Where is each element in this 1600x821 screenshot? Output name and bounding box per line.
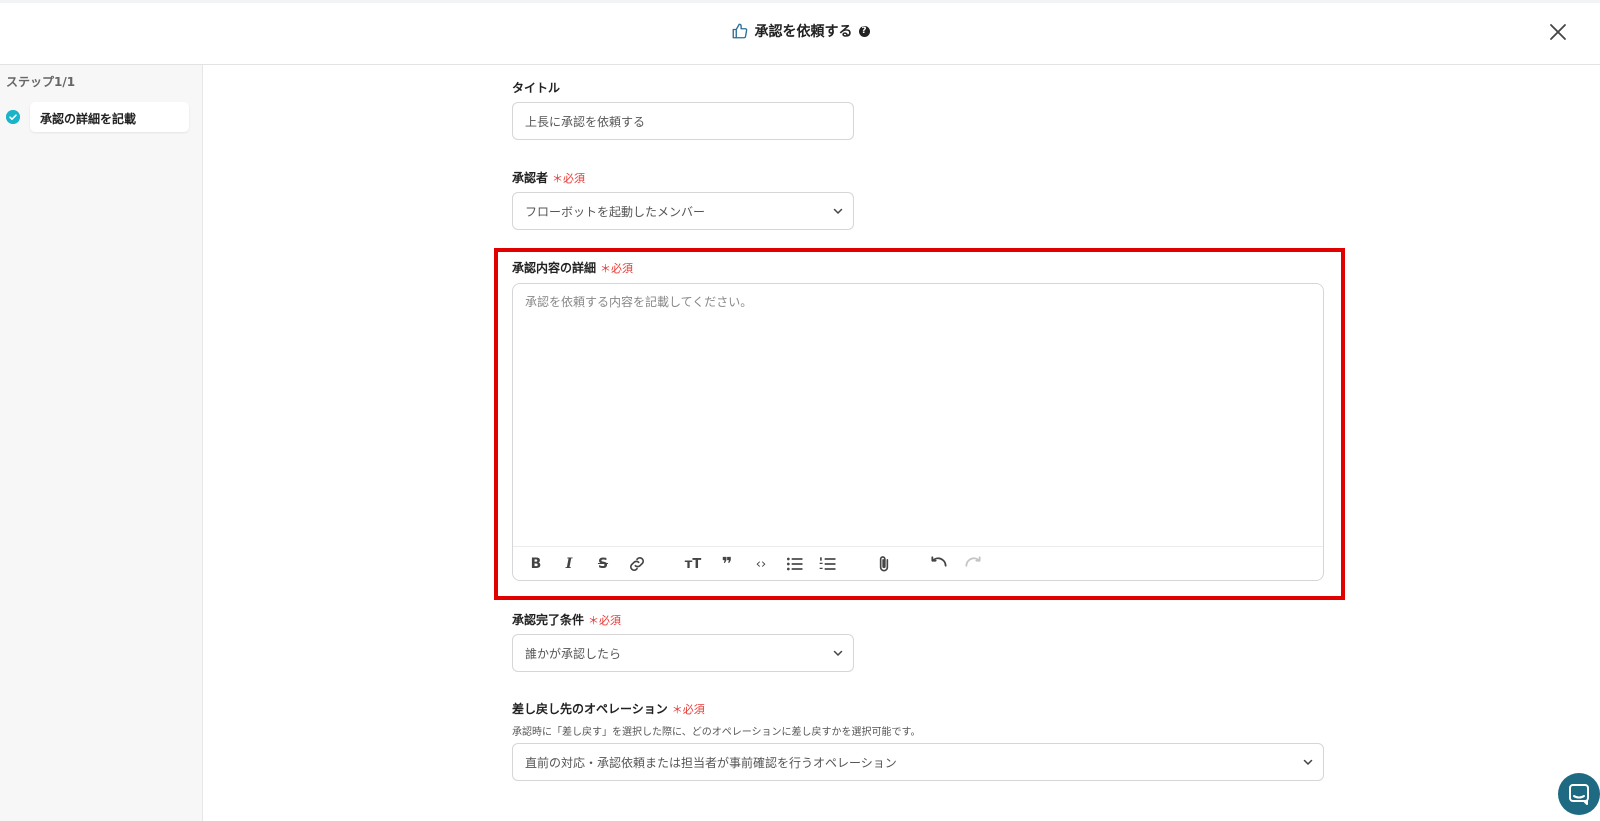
completion-select[interactable]: 誰かが承認したら xyxy=(512,634,854,672)
completion-select-value: 誰かが承認したら xyxy=(525,646,622,661)
thumbs-up-icon xyxy=(732,23,747,39)
text-size-icon[interactable]: тT xyxy=(683,554,703,574)
return-help-text: 承認時に「差し戻す」を選択した際に、どのオペレーションに差し戻すかを選択可能です… xyxy=(512,727,921,738)
editor-toolbar: B I S тT ❞ ‹› xyxy=(513,546,1323,580)
close-icon[interactable] xyxy=(1546,20,1570,44)
completion-label: 承認完了条件 ＊必須 xyxy=(512,611,621,628)
approver-label: 承認者 ＊必須 xyxy=(512,169,585,186)
approver-label-text: 承認者 xyxy=(512,171,549,185)
italic-icon[interactable]: I xyxy=(559,554,579,574)
details-editor-placeholder: 承認を依頼する内容を記載してください。 xyxy=(525,295,753,309)
title-input-value: 上長に承認を依頼する xyxy=(525,114,646,129)
modal-title-text: 承認を依頼する xyxy=(754,24,853,40)
redo-icon[interactable] xyxy=(963,554,983,574)
return-label-text: 差し戻し先のオペレーション xyxy=(512,702,668,716)
return-label: 差し戻し先のオペレーション ＊必須 xyxy=(512,700,705,717)
code-icon[interactable]: ‹› xyxy=(751,554,771,574)
details-editor[interactable]: 承認を依頼する内容を記載してください。 B I S тT ❞ ‹› xyxy=(512,283,1324,581)
return-select-value: 直前の対応・承認依頼または担当者が事前確認を行うオペレーション xyxy=(525,755,897,770)
sidebar-item-step-1[interactable]: 承認の詳細を記載 xyxy=(30,102,189,132)
help-icon[interactable]: ? xyxy=(858,25,870,37)
bullet-list-icon[interactable] xyxy=(785,554,805,574)
attachment-icon[interactable] xyxy=(874,554,894,574)
undo-icon[interactable] xyxy=(929,554,949,574)
top-strip xyxy=(0,0,1600,3)
details-label: 承認内容の詳細 ＊必須 xyxy=(512,259,633,276)
chevron-down-icon xyxy=(833,208,843,215)
bold-icon[interactable]: B xyxy=(526,554,546,574)
required-mark: ＊必須 xyxy=(588,614,622,627)
strikethrough-icon[interactable]: S xyxy=(593,554,613,574)
approver-select-value: フローボットを起動したメンバー xyxy=(525,204,706,219)
completion-label-text: 承認完了条件 xyxy=(512,613,585,627)
steps-sidebar: ステップ1/1 承認の詳細を記載 xyxy=(0,65,203,821)
chat-button[interactable] xyxy=(1558,773,1600,815)
approver-select[interactable]: フローボットを起動したメンバー xyxy=(512,192,854,230)
step-counter: ステップ1/1 xyxy=(6,75,76,89)
required-mark: ＊必須 xyxy=(600,262,634,275)
required-mark: ＊必須 xyxy=(552,172,586,185)
required-mark: ＊必須 xyxy=(671,703,705,716)
link-icon[interactable] xyxy=(627,554,647,574)
check-circle-icon xyxy=(6,110,20,124)
chevron-down-icon xyxy=(1303,759,1313,766)
details-label-text: 承認内容の詳細 xyxy=(512,261,597,275)
title-label-text: タイトル xyxy=(512,81,561,95)
modal-title: 承認を依頼する ? xyxy=(0,21,1600,44)
chat-icon xyxy=(1569,784,1589,805)
quote-icon[interactable]: ❞ xyxy=(717,554,737,575)
return-select[interactable]: 直前の対応・承認依頼または担当者が事前確認を行うオペレーション xyxy=(512,743,1324,781)
title-input[interactable]: 上長に承認を依頼する xyxy=(512,102,854,140)
modal-header: 承認を依頼する ? xyxy=(0,0,1600,65)
chevron-down-icon xyxy=(833,650,843,657)
title-label: タイトル xyxy=(512,79,560,96)
numbered-list-icon[interactable] xyxy=(818,554,838,574)
